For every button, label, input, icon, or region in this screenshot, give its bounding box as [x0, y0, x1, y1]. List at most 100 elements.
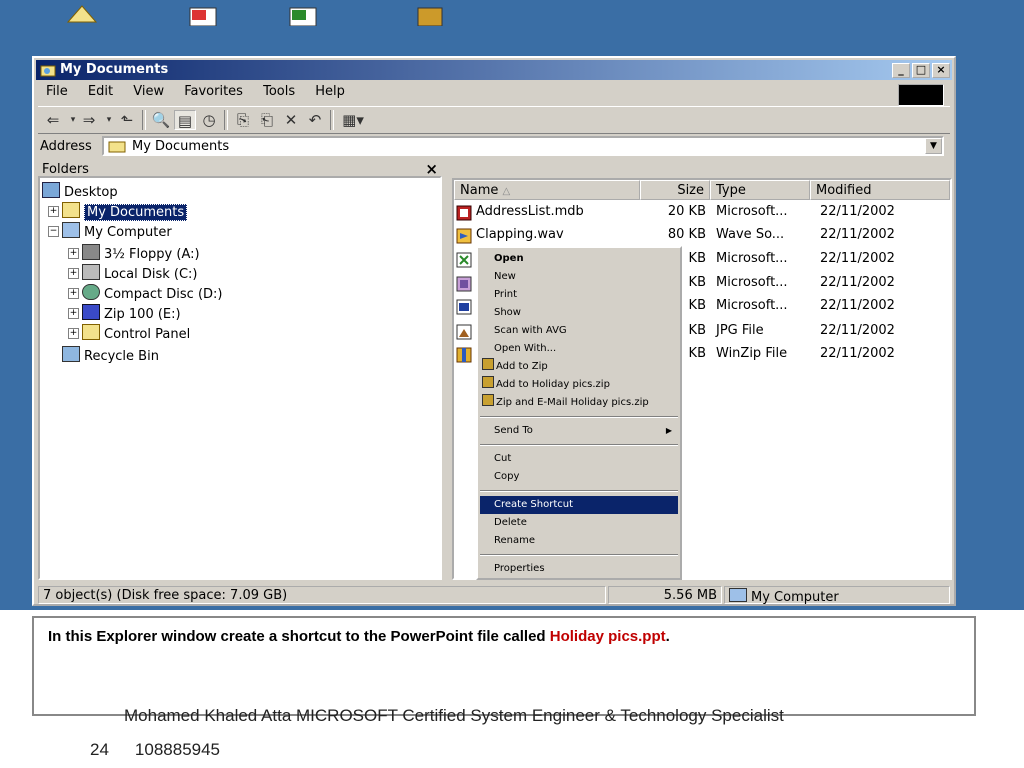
window-title: My Documents — [60, 62, 169, 77]
expand-icon[interactable]: + — [48, 206, 59, 217]
instruction-text: In this Explorer window create a shortcu… — [48, 628, 670, 645]
zip-drive-icon — [82, 304, 100, 320]
menu-item-scan-avg[interactable]: Scan with AVG — [480, 322, 678, 340]
expand-icon[interactable]: + — [68, 308, 79, 319]
winzip-icon — [482, 358, 494, 370]
file-modified: 22/11/2002 — [820, 323, 895, 338]
menu-item-new[interactable]: New — [480, 268, 678, 286]
menu-separator — [480, 444, 678, 446]
expand-icon[interactable]: + — [68, 268, 79, 279]
instruction-filename: Holiday pics.ppt — [549, 628, 666, 645]
standard-toolbar: ⇐ ▾ ⇒ ▾ ⬑ 🔍 ▤ ◷ ⎘ ⎗ ✕ ↶ ▦▾ — [38, 106, 950, 134]
file-modified: 22/11/2002 — [820, 204, 895, 219]
tree-item-my-computer[interactable]: My Computer — [62, 222, 172, 242]
footer-phone: 108885945 — [134, 740, 221, 759]
tree-item-desktop[interactable]: Desktop — [42, 182, 118, 202]
menu-item-open-with[interactable]: Open With... — [480, 340, 678, 358]
forward-button[interactable]: ⇒ — [78, 110, 100, 130]
menu-item-open[interactable]: Open — [480, 250, 678, 268]
context-menu: Open New Print Show Scan with AVG Open W… — [476, 246, 682, 580]
folder-icon — [62, 202, 80, 218]
powerpoint-file-icon — [456, 276, 472, 292]
menu-view[interactable]: View — [125, 82, 172, 101]
file-type: Microsoft... — [716, 204, 788, 219]
menu-item-print[interactable]: Print — [480, 286, 678, 304]
delete-button[interactable]: ✕ — [280, 110, 302, 130]
menu-item-rename[interactable]: Rename — [480, 532, 678, 550]
file-size: 20 KB — [667, 204, 706, 219]
expand-icon[interactable]: + — [68, 288, 79, 299]
collapse-icon[interactable]: − — [48, 226, 59, 237]
menu-separator — [480, 490, 678, 492]
menu-item-properties[interactable]: Properties — [480, 560, 678, 578]
file-modified: 22/11/2002 — [820, 298, 895, 313]
menu-item-copy[interactable]: Copy — [480, 468, 678, 486]
menu-help[interactable]: Help — [307, 82, 353, 101]
toolbar-separator — [142, 110, 146, 130]
file-type: JPG File — [716, 323, 764, 338]
status-zone: My Computer — [724, 586, 950, 605]
excel-file-icon — [456, 252, 472, 268]
menu-item-send-to[interactable]: Send To ▶ — [480, 422, 678, 440]
tree-item-zip[interactable]: Zip 100 (E:) — [82, 304, 181, 324]
close-button[interactable]: × — [932, 63, 950, 78]
menu-item-delete[interactable]: Delete — [480, 514, 678, 532]
winzip-file-icon[interactable] — [410, 0, 450, 26]
history-button[interactable]: ◷ — [198, 110, 220, 130]
instruction-box: In this Explorer window create a shortcu… — [32, 616, 976, 716]
menu-favorites[interactable]: Favorites — [176, 82, 251, 101]
expand-icon[interactable]: + — [68, 328, 79, 339]
status-bar: 7 object(s) (Disk free space: 7.09 GB) 5… — [38, 586, 950, 606]
word-file-icon — [456, 299, 472, 315]
excel-file-icon[interactable] — [284, 0, 324, 26]
file-name: AddressList.mdb — [476, 204, 584, 219]
cd-icon — [82, 284, 100, 300]
views-button[interactable]: ▦▾ — [338, 110, 368, 130]
tree-item-recycle-bin[interactable]: Recycle Bin — [62, 346, 159, 366]
folder-shortcut-icon[interactable] — [62, 0, 102, 26]
folder-icon — [40, 65, 56, 77]
menu-item-add-to-zip[interactable]: Add to Zip — [480, 358, 678, 376]
column-name[interactable]: Name △ — [454, 180, 640, 200]
folders-button[interactable]: ▤ — [174, 110, 196, 130]
menu-item-create-shortcut[interactable]: Create Shortcut — [480, 496, 678, 514]
menu-item-show[interactable]: Show — [480, 304, 678, 322]
menu-item-zip-email[interactable]: Zip and E-Mail Holiday pics.zip — [480, 394, 678, 412]
address-input[interactable]: My Documents ▼ — [102, 136, 944, 156]
close-icon[interactable]: × — [425, 160, 438, 178]
tree-item-compact-disc[interactable]: Compact Disc (D:) — [82, 284, 223, 304]
file-row[interactable]: AddressList.mdb 20 KB Microsoft... 22/11… — [454, 202, 950, 224]
tree-item-floppy[interactable]: 3½ Floppy (A:) — [82, 244, 200, 264]
menu-file[interactable]: File — [38, 82, 76, 101]
menu-edit[interactable]: Edit — [80, 82, 121, 101]
column-size[interactable]: Size — [640, 180, 710, 200]
column-modified[interactable]: Modified — [810, 180, 950, 200]
file-type: Microsoft... — [716, 251, 788, 266]
powerpoint-file-icon[interactable] — [184, 0, 224, 26]
back-button[interactable]: ⇐ — [42, 110, 64, 130]
file-modified: 22/11/2002 — [820, 346, 895, 361]
file-modified: 22/11/2002 — [820, 227, 895, 242]
file-type: WinZip File — [716, 346, 788, 361]
search-button[interactable]: 🔍 — [150, 110, 172, 130]
column-type[interactable]: Type — [710, 180, 810, 200]
menu-tools[interactable]: Tools — [255, 82, 303, 101]
tree-item-local-disk[interactable]: Local Disk (C:) — [82, 264, 197, 284]
tree-item-my-documents[interactable]: My Documents — [62, 202, 188, 222]
menu-item-add-to-holiday-zip[interactable]: Add to Holiday pics.zip — [480, 376, 678, 394]
copy-to-button[interactable]: ⎗ — [256, 110, 278, 130]
access-file-icon — [456, 205, 472, 221]
menu-separator — [480, 554, 678, 556]
desktop-icon — [42, 182, 60, 198]
expand-icon[interactable]: + — [68, 248, 79, 259]
menu-item-cut[interactable]: Cut — [480, 450, 678, 468]
title-bar[interactable]: My Documents _ □ × — [36, 60, 952, 80]
tree-item-control-panel[interactable]: Control Panel — [82, 324, 190, 344]
up-folder-button[interactable]: ⬑ — [116, 110, 138, 130]
undo-button[interactable]: ↶ — [304, 110, 326, 130]
minimize-button[interactable]: _ — [892, 63, 910, 78]
maximize-button[interactable]: □ — [912, 63, 930, 78]
chevron-down-icon[interactable]: ▼ — [925, 138, 942, 154]
move-to-button[interactable]: ⎘ — [232, 110, 254, 130]
file-row[interactable]: Clapping.wav 80 KB Wave So... 22/11/2002 — [454, 225, 950, 247]
